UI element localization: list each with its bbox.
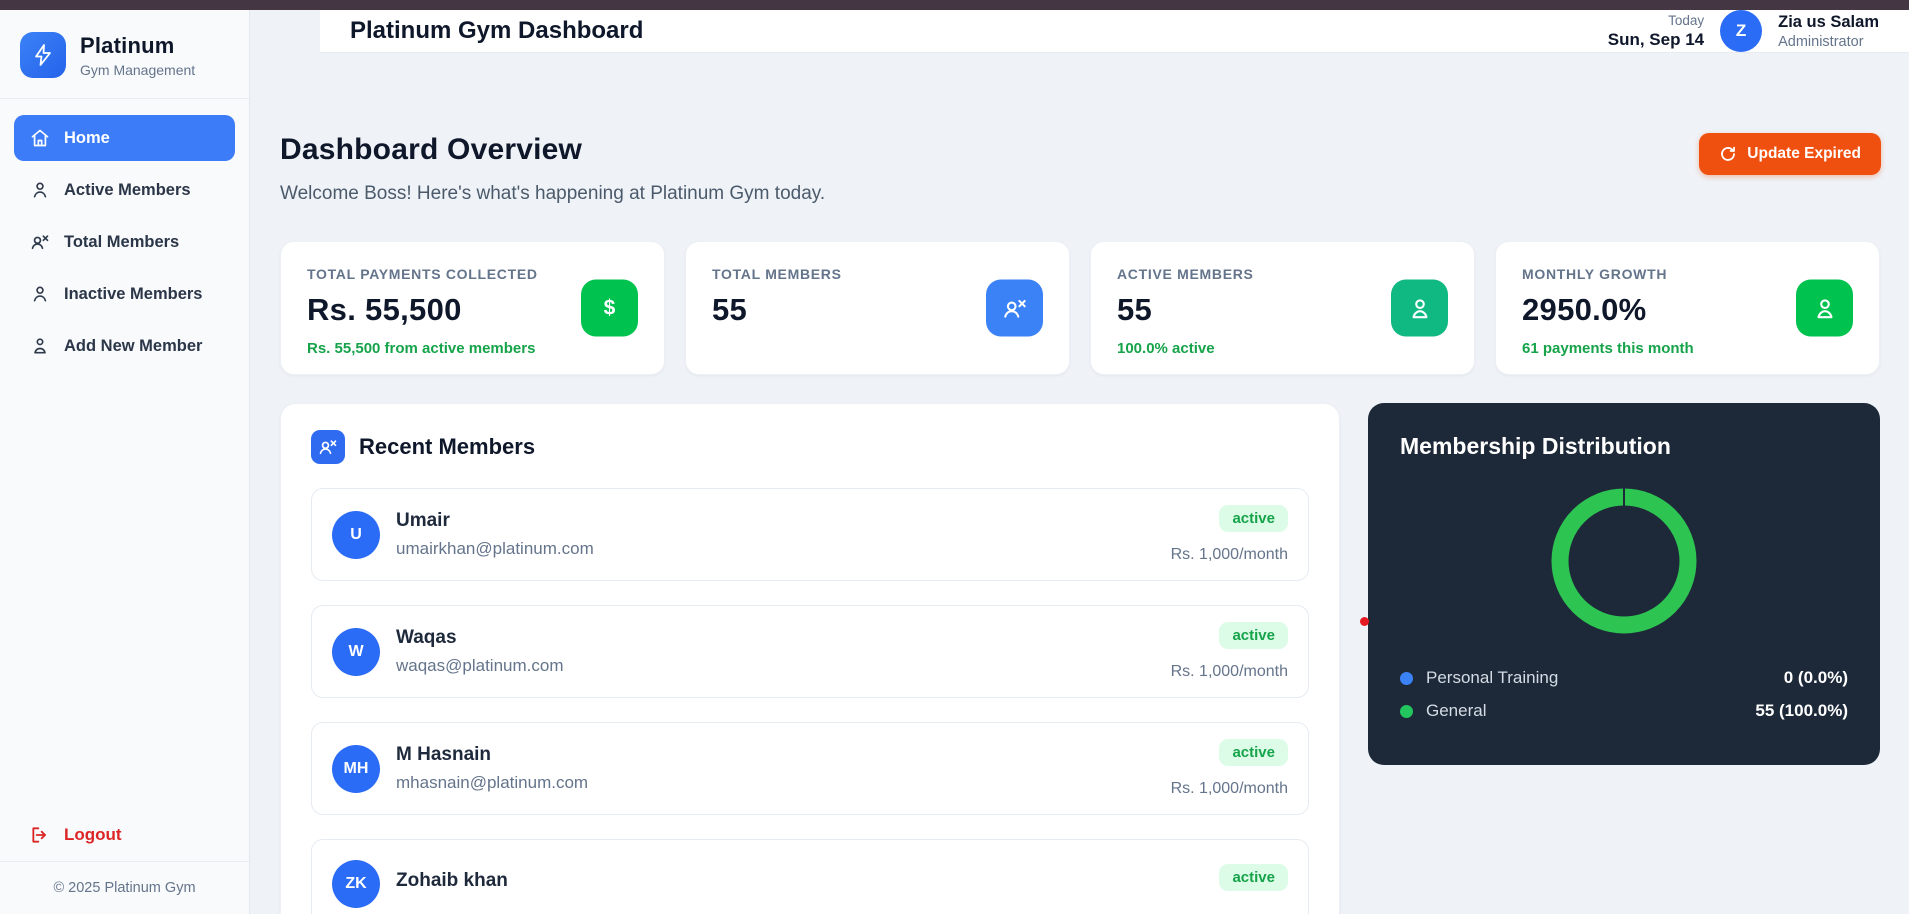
stat-card-active-members: ACTIVE MEMBERS 55 100.0% active: [1090, 241, 1475, 375]
person-icon: [30, 284, 50, 304]
sidebar-item-add-new-member[interactable]: Add New Member: [14, 323, 235, 369]
legend-label: Personal Training: [1426, 668, 1558, 688]
recent-members-card: Recent Members U Umair umairkhan@platinu…: [280, 403, 1340, 914]
member-avatar: W: [332, 628, 380, 676]
brand: Platinum Gym Management: [0, 10, 249, 98]
stat-label: MONTHLY GROWTH: [1522, 266, 1853, 282]
refresh-icon: [1719, 145, 1737, 163]
membership-distribution-card: Membership Distribution Personal Trainin…: [1368, 403, 1880, 765]
user-info: Zia us Salam Administrator: [1778, 13, 1879, 50]
brand-subtitle: Gym Management: [80, 62, 195, 78]
person-icon: [30, 180, 50, 200]
date-label: Today: [1608, 13, 1704, 28]
members-icon: [986, 280, 1043, 337]
sidebar-item-label: Total Members: [64, 233, 179, 252]
member-avatar: ZK: [332, 860, 380, 908]
stat-subtext: 61 payments this month: [1522, 340, 1853, 357]
member-row[interactable]: MH M Hasnain mhasnain@platinum.com activ…: [311, 722, 1309, 815]
sidebar-item-active-members[interactable]: Active Members: [14, 167, 235, 213]
membership-distribution-title: Membership Distribution: [1400, 433, 1848, 460]
section-title: Dashboard Overview: [280, 133, 825, 167]
sidebar-nav: Home Active Members Total Members: [0, 99, 249, 375]
red-dot-artifact: [1360, 617, 1369, 626]
stat-card-total-payments: TOTAL PAYMENTS COLLECTED Rs. 55,500 Rs. …: [280, 241, 665, 375]
stat-label: ACTIVE MEMBERS: [1117, 266, 1448, 282]
stat-subtext: 100.0% active: [1117, 340, 1448, 357]
member-email: waqas@platinum.com: [396, 656, 564, 676]
date-value: Sun, Sep 14: [1608, 30, 1704, 50]
user-role: Administrator: [1778, 34, 1879, 50]
section-subtitle: Welcome Boss! Here's what's happening at…: [280, 183, 825, 205]
status-badge: active: [1219, 505, 1288, 532]
sidebar-item-label: Inactive Members: [64, 285, 202, 304]
user-name: Zia us Salam: [1778, 13, 1879, 32]
legend-item: General 55 (100.0%): [1400, 701, 1848, 721]
sidebar-item-label: Add New Member: [64, 337, 202, 356]
page-title: Platinum Gym Dashboard: [350, 17, 643, 45]
person-icon: [1796, 280, 1853, 337]
update-expired-label: Update Expired: [1747, 145, 1861, 163]
brand-name: Platinum: [80, 33, 195, 59]
status-badge: active: [1219, 864, 1288, 891]
member-rate: Rs. 1,000/month: [1171, 780, 1288, 798]
stat-card-total-members: TOTAL MEMBERS 55: [685, 241, 1070, 375]
member-name: Waqas: [396, 627, 564, 649]
lightning-bolt-icon: [20, 32, 66, 78]
logout-label: Logout: [64, 825, 122, 845]
member-avatar: U: [332, 511, 380, 559]
legend-label: General: [1426, 701, 1486, 721]
member-email: mhasnain@platinum.com: [396, 773, 588, 793]
legend-value: 55 (100.0%): [1755, 701, 1848, 721]
legend-value: 0 (0.0%): [1784, 668, 1848, 688]
member-name: Zohaib khan: [396, 870, 508, 892]
stat-label: TOTAL MEMBERS: [712, 266, 1043, 282]
logout-icon: [30, 825, 50, 845]
stat-card-monthly-growth: MONTHLY GROWTH 2950.0% 61 payments this …: [1495, 241, 1880, 375]
member-row[interactable]: ZK Zohaib khan active: [311, 839, 1309, 914]
sidebar-item-home[interactable]: Home: [14, 115, 235, 161]
person-add-icon: [30, 336, 50, 356]
sidebar-item-total-members[interactable]: Total Members: [14, 219, 235, 265]
status-badge: active: [1219, 739, 1288, 766]
status-badge: active: [1219, 622, 1288, 649]
person-icon: [1391, 280, 1448, 337]
page-header: Platinum Gym Dashboard Today Sun, Sep 14…: [320, 10, 1909, 53]
recent-members-title: Recent Members: [359, 434, 535, 460]
dollar-icon: $: [581, 280, 638, 337]
member-name: M Hasnain: [396, 744, 588, 766]
avatar[interactable]: Z: [1720, 10, 1762, 52]
home-icon: [30, 128, 50, 148]
legend-dot-general: [1400, 705, 1413, 718]
browser-top-strip: [0, 0, 1909, 10]
donut-chart: [1549, 486, 1699, 636]
member-rate: Rs. 1,000/month: [1171, 546, 1288, 564]
stat-subtext: Rs. 55,500 from active members: [307, 340, 638, 357]
legend-item: Personal Training 0 (0.0%): [1400, 668, 1848, 688]
sidebar-item-inactive-members[interactable]: Inactive Members: [14, 271, 235, 317]
members-icon: [311, 430, 345, 464]
sidebar: Platinum Gym Management Home: [0, 10, 250, 914]
date-block: Today Sun, Sep 14: [1608, 13, 1704, 50]
member-avatar: MH: [332, 745, 380, 793]
member-row[interactable]: U Umair umairkhan@platinum.com active Rs…: [311, 488, 1309, 581]
member-email: umairkhan@platinum.com: [396, 539, 594, 559]
sidebar-footer: © 2025 Platinum Gym: [0, 861, 249, 914]
member-rate: Rs. 1,000/month: [1171, 663, 1288, 681]
legend-dot-personal-training: [1400, 672, 1413, 685]
logout-button[interactable]: Logout: [0, 809, 249, 861]
update-expired-button[interactable]: Update Expired: [1699, 133, 1881, 175]
stat-label: TOTAL PAYMENTS COLLECTED: [307, 266, 638, 282]
user-x-icon: [30, 232, 50, 252]
sidebar-item-label: Active Members: [64, 181, 191, 200]
member-row[interactable]: W Waqas waqas@platinum.com active Rs. 1,…: [311, 605, 1309, 698]
sidebar-item-label: Home: [64, 129, 110, 148]
member-name: Umair: [396, 510, 594, 532]
